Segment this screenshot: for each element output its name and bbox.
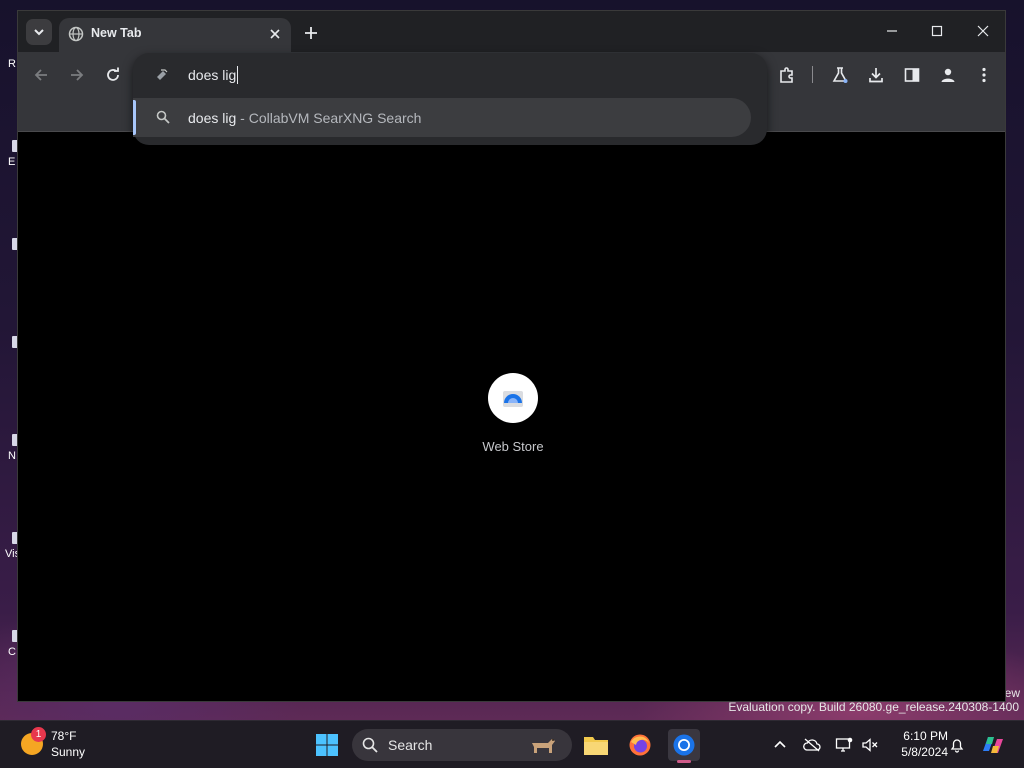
close-tab-button[interactable] bbox=[265, 24, 285, 44]
taskbar-search-label: Search bbox=[388, 737, 433, 753]
clock-time[interactable]: 6:10 PM bbox=[880, 729, 948, 743]
onedrive-button[interactable] bbox=[802, 735, 822, 755]
maximize-icon bbox=[931, 25, 943, 37]
notification-badge: 1 bbox=[31, 727, 46, 742]
suggestion-description: - CollabVM SearXNG Search bbox=[236, 110, 422, 126]
person-icon bbox=[941, 68, 955, 82]
plus-icon bbox=[305, 27, 317, 39]
speaker-muted-icon bbox=[862, 738, 878, 752]
puzzle-icon bbox=[780, 67, 793, 83]
search-icon bbox=[362, 737, 378, 753]
side-panel-icon bbox=[904, 68, 920, 82]
firefox-icon bbox=[629, 734, 651, 756]
taskbar-search[interactable]: Search bbox=[352, 729, 572, 761]
close-icon bbox=[270, 29, 280, 39]
search-highlight-icon bbox=[532, 739, 555, 753]
bell-icon bbox=[950, 739, 964, 753]
chevron-down-icon bbox=[34, 29, 44, 36]
flask-icon bbox=[832, 67, 848, 83]
suggestion-query: does lig bbox=[188, 110, 237, 126]
show-hidden-icons-button[interactable] bbox=[770, 735, 790, 755]
desktop-icon-label: C bbox=[8, 646, 16, 658]
more-vert-icon bbox=[982, 67, 986, 83]
active-app-indicator bbox=[677, 760, 691, 763]
searxng-icon bbox=[157, 69, 168, 80]
copilot-icon bbox=[983, 737, 1003, 753]
download-icon bbox=[869, 68, 883, 83]
desktop-icon[interactable]: N bbox=[0, 432, 18, 476]
folder-icon bbox=[584, 737, 608, 755]
desktop-icon[interactable]: E bbox=[0, 138, 18, 182]
minimize-button[interactable] bbox=[878, 19, 906, 43]
desktop-icon[interactable]: C bbox=[0, 628, 18, 672]
downloads-button[interactable] bbox=[865, 64, 887, 86]
omnibox-suggestion[interactable]: does lig - CollabVM SearXNG Search bbox=[133, 98, 751, 137]
reload-icon bbox=[107, 67, 119, 81]
extensions-button[interactable] bbox=[776, 64, 798, 86]
weather-temperature: 78°F bbox=[51, 729, 77, 743]
menu-button[interactable] bbox=[973, 64, 995, 86]
desktop-icon-label: R bbox=[8, 58, 16, 70]
side-panel-button[interactable] bbox=[901, 64, 923, 86]
desktop-icon[interactable] bbox=[0, 334, 18, 378]
cloud-offline-icon bbox=[803, 738, 821, 752]
desktop-icon[interactable]: R bbox=[0, 46, 18, 90]
minimize-icon bbox=[887, 30, 897, 32]
start-button[interactable] bbox=[312, 731, 342, 759]
maximize-button[interactable] bbox=[923, 19, 951, 43]
desktop-icon[interactable] bbox=[0, 236, 18, 280]
firefox-button[interactable] bbox=[624, 729, 656, 761]
desktop-icon-label: N bbox=[8, 450, 16, 462]
tab-title: New Tab bbox=[91, 26, 142, 40]
arrow-right-icon bbox=[71, 69, 84, 81]
toolbar-divider bbox=[812, 66, 813, 83]
clock-date[interactable]: 5/8/2024 bbox=[880, 745, 948, 759]
shortcut-label: Web Store bbox=[482, 439, 544, 454]
labs-button[interactable] bbox=[829, 64, 851, 86]
profile-button[interactable] bbox=[937, 64, 959, 86]
new-tab-button[interactable] bbox=[300, 22, 322, 44]
tab-search-button[interactable] bbox=[26, 19, 52, 45]
watermark-fragment: ew bbox=[1004, 686, 1020, 700]
arrow-left-icon bbox=[34, 69, 47, 81]
notifications-button[interactable] bbox=[947, 735, 967, 755]
suggestion-text: does lig - CollabVM SearXNG Search bbox=[188, 110, 421, 126]
windows-logo-icon bbox=[316, 734, 338, 756]
chevron-up-icon bbox=[774, 740, 786, 748]
chrome-icon bbox=[673, 734, 695, 756]
network-icon bbox=[835, 737, 853, 752]
network-button[interactable] bbox=[834, 735, 854, 755]
globe-icon bbox=[68, 26, 84, 42]
evaluation-watermark: Evaluation copy. Build 26080.ge_release.… bbox=[728, 700, 1019, 714]
webstore-shortcut[interactable] bbox=[488, 373, 538, 423]
chrome-button[interactable] bbox=[668, 729, 700, 763]
forward-button[interactable] bbox=[66, 64, 88, 86]
omnibox-popup: does lig - CollabVM SearXNG Search bbox=[133, 53, 767, 145]
title-bar: New Tab bbox=[18, 11, 1005, 52]
desktop-icon-label: E bbox=[8, 156, 16, 168]
close-window-button[interactable] bbox=[969, 19, 997, 43]
reload-button[interactable] bbox=[102, 64, 124, 86]
desktop-icon[interactable]: Vis bbox=[0, 530, 20, 574]
tab-new-tab[interactable]: New Tab bbox=[59, 18, 291, 52]
volume-button[interactable] bbox=[860, 735, 880, 755]
browser-window: New Tab does lig does lig - CollabVM Sea… bbox=[17, 10, 1006, 702]
text-caret bbox=[237, 66, 238, 84]
back-button[interactable] bbox=[30, 64, 52, 86]
address-bar-input[interactable] bbox=[188, 63, 728, 87]
copilot-button[interactable] bbox=[980, 733, 1006, 757]
close-icon bbox=[977, 25, 989, 37]
selection-indicator bbox=[133, 100, 136, 135]
weather-condition: Sunny bbox=[51, 745, 86, 759]
taskbar: 1 78°F Sunny Search 6:10 PM 5/8/2024 bbox=[0, 720, 1024, 768]
webstore-icon bbox=[503, 391, 523, 407]
file-explorer-button[interactable] bbox=[580, 729, 612, 761]
search-icon bbox=[156, 110, 170, 124]
